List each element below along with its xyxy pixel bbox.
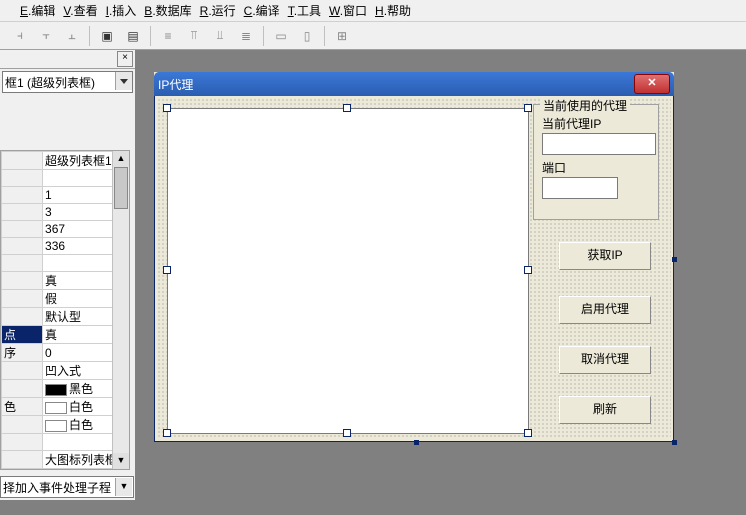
property-row[interactable]: 白色: [2, 416, 129, 434]
input-proxy-ip[interactable]: [542, 133, 656, 155]
tool-dist-1[interactable]: ≡: [156, 24, 180, 48]
property-row[interactable]: 367: [2, 221, 129, 238]
close-button[interactable]: ✕: [634, 74, 670, 94]
property-label: [2, 187, 43, 204]
color-swatch: [45, 420, 67, 432]
tool-dist-3[interactable]: ⫫: [208, 24, 232, 48]
get-ip-button[interactable]: 获取IP: [559, 242, 651, 270]
toolbar: ⫞ ⫟ ⫠ ▣ ▤ ≡ ⫪ ⫫ ≣ ▭ ▯ ⊞: [0, 22, 746, 50]
tool-align-1[interactable]: ⫞: [8, 24, 32, 48]
property-label: [2, 290, 43, 308]
tool-dist-2[interactable]: ⫪: [182, 24, 206, 48]
property-row[interactable]: 真: [2, 272, 129, 290]
menu-database[interactable]: B.数据库: [144, 2, 191, 19]
design-canvas[interactable]: IP代理 ✕ 当前使用的代理 当前代理IP: [136, 50, 746, 515]
property-label: [2, 416, 43, 434]
object-selector-text: 框1 (超级列表框): [5, 74, 95, 91]
menu-edit[interactable]: E.编辑: [20, 2, 55, 19]
property-row[interactable]: [2, 170, 129, 187]
tool-grid-icon[interactable]: ⊞: [330, 24, 354, 48]
property-label: [2, 308, 43, 326]
current-proxy-group: 当前使用的代理 当前代理IP 端口: [533, 104, 659, 220]
menu-tools[interactable]: T.工具: [288, 2, 321, 19]
object-selector[interactable]: 框1 (超级列表框): [2, 71, 133, 93]
property-label: 序: [2, 344, 43, 362]
tool-center-v[interactable]: ▤: [121, 24, 145, 48]
property-panel: × 框1 (超级列表框) 超级列表框1 13367336 真假默认型点真▼序0凹入式…: [0, 50, 136, 500]
property-label: 点: [2, 326, 43, 344]
chevron-down-icon[interactable]: ▼: [115, 478, 132, 496]
property-row[interactable]: 黑色: [2, 380, 129, 398]
property-label: [2, 434, 43, 451]
property-row[interactable]: 1: [2, 187, 129, 204]
panel-header: ×: [0, 50, 135, 69]
property-row[interactable]: 336: [2, 238, 129, 255]
property-label: [2, 380, 43, 398]
group-title: 当前使用的代理: [540, 97, 630, 114]
scroll-up-icon[interactable]: ▲: [113, 151, 129, 167]
refresh-button[interactable]: 刷新: [559, 396, 651, 424]
cancel-proxy-button[interactable]: 取消代理: [559, 346, 651, 374]
event-selector-text: 择加入事件处理子程: [3, 479, 111, 496]
menu-window[interactable]: W.窗口: [329, 2, 367, 19]
tool-align-2[interactable]: ⫟: [34, 24, 58, 48]
titlebar[interactable]: IP代理 ✕: [154, 72, 674, 96]
property-row[interactable]: 超级列表框1: [2, 152, 129, 170]
tool-center-h[interactable]: ▣: [95, 24, 119, 48]
scroll-thumb[interactable]: [114, 167, 128, 209]
scroll-down-icon[interactable]: ▼: [113, 453, 129, 469]
tool-size-1[interactable]: ▭: [269, 24, 293, 48]
property-row[interactable]: [2, 434, 129, 451]
property-label: [2, 152, 43, 170]
ip-listbox[interactable]: [167, 108, 529, 434]
chevron-down-icon[interactable]: [115, 72, 132, 90]
property-row[interactable]: 假: [2, 290, 129, 308]
color-swatch: [45, 384, 67, 396]
enable-proxy-button[interactable]: 启用代理: [559, 296, 651, 324]
property-label: 齐方式: [2, 469, 43, 471]
menu-insert[interactable]: I.插入: [106, 2, 137, 19]
property-label: 色: [2, 398, 43, 416]
menu-run[interactable]: R.运行: [200, 2, 236, 19]
property-label: [2, 204, 43, 221]
property-label: [2, 362, 43, 380]
tool-size-2[interactable]: ▯: [295, 24, 319, 48]
property-label: [2, 170, 43, 187]
property-label: [2, 451, 43, 469]
property-row[interactable]: 点真▼: [2, 326, 129, 344]
property-label: [2, 255, 43, 272]
menu-bar: E.编辑 V.查看 I.插入 B.数据库 R.运行 C.编译 T.工具 W.窗口…: [0, 0, 746, 22]
grid-scrollbar[interactable]: ▲ ▼: [112, 151, 129, 469]
property-row[interactable]: 3: [2, 204, 129, 221]
property-label: [2, 221, 43, 238]
form-body: 当前使用的代理 当前代理IP 端口 获取IP 启用代理 取消代理 刷新: [157, 98, 671, 439]
tool-align-3[interactable]: ⫠: [60, 24, 84, 48]
property-row[interactable]: [2, 255, 129, 272]
property-label: [2, 238, 43, 255]
property-row[interactable]: 色白色: [2, 398, 129, 416]
tool-dist-4[interactable]: ≣: [234, 24, 258, 48]
property-row[interactable]: 序0: [2, 344, 129, 362]
property-label: [2, 272, 43, 290]
label-port: 端口: [542, 159, 566, 176]
property-grid: 超级列表框1 13367336 真假默认型点真▼序0凹入式黑色色白色白色大图标列表框…: [0, 150, 130, 470]
color-swatch: [45, 402, 67, 414]
input-port[interactable]: [542, 177, 618, 199]
menu-view[interactable]: V.查看: [63, 2, 97, 19]
panel-close-icon[interactable]: ×: [117, 51, 133, 67]
menu-compile[interactable]: C.编译: [244, 2, 280, 19]
menu-help[interactable]: H.帮助: [375, 2, 411, 19]
property-row[interactable]: 齐方式顶部对齐: [2, 469, 129, 471]
property-row[interactable]: 默认型: [2, 308, 129, 326]
form-window[interactable]: IP代理 ✕ 当前使用的代理 当前代理IP: [154, 72, 674, 442]
property-row[interactable]: 大图标列表框: [2, 451, 129, 469]
window-title: IP代理: [158, 76, 634, 93]
property-row[interactable]: 凹入式: [2, 362, 129, 380]
event-selector[interactable]: 择加入事件处理子程 ▼: [0, 476, 134, 498]
label-proxy-ip: 当前代理IP: [542, 115, 601, 132]
